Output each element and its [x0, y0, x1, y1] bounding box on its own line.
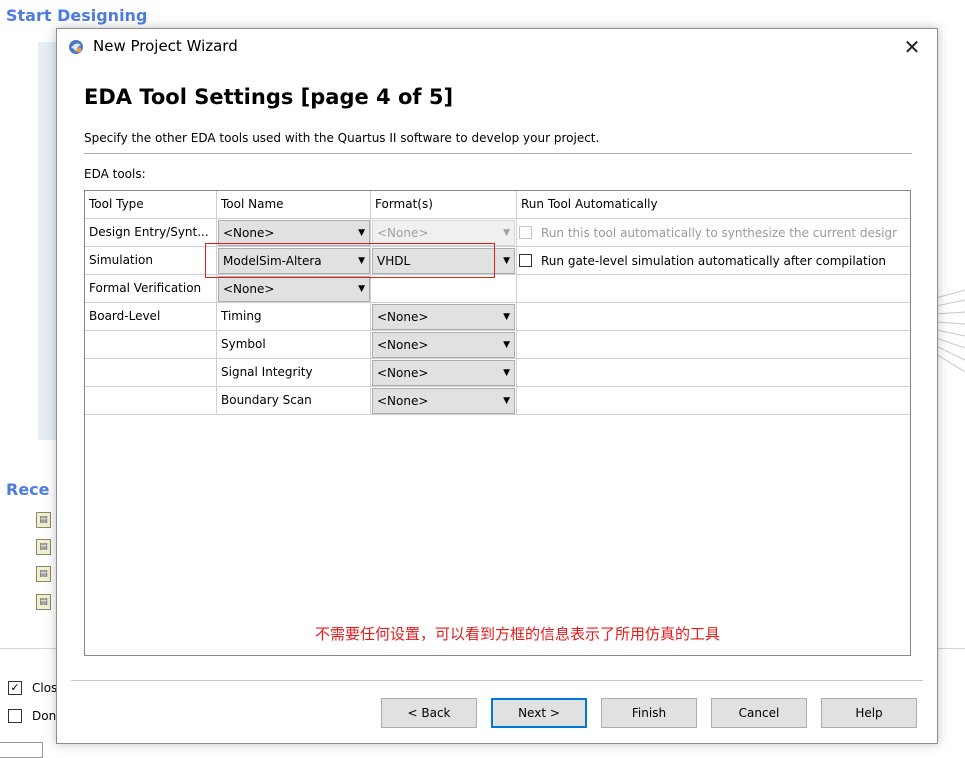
column-header-tool-type: Tool Type: [85, 191, 217, 219]
chevron-down-icon: ▼: [503, 340, 510, 350]
row-tool-type: Board-Level: [85, 303, 217, 331]
run-gate-level-simulation-checkbox[interactable]: [519, 254, 532, 267]
recent-project-icon[interactable]: ▤: [36, 566, 51, 582]
format-dropdown[interactable]: <None> ▼: [372, 332, 515, 358]
dialog-titlebar[interactable]: New Project Wizard ✕: [57, 29, 937, 65]
row-tool-type: [85, 387, 217, 415]
row-tool-type: Formal Verification: [85, 275, 217, 303]
dont-show-label: Don: [32, 709, 57, 723]
run-synthesis-checkbox[interactable]: [519, 226, 532, 239]
page-description: Specify the other EDA tools used with th…: [84, 131, 600, 145]
format-dropdown[interactable]: <None> ▼: [372, 388, 515, 414]
row-tool-name: Timing: [217, 303, 371, 331]
recent-projects-heading: Rece: [6, 480, 50, 499]
next-button[interactable]: Next >: [491, 698, 587, 728]
format-dropdown[interactable]: <None> ▼: [372, 360, 515, 386]
row-run-cell: [517, 275, 910, 303]
page-heading: EDA Tool Settings [page 4 of 5]: [84, 85, 454, 109]
tool-name-dropdown[interactable]: <None> ▼: [218, 276, 370, 302]
row-tool-type: Design Entry/Synt...: [85, 219, 217, 247]
row-run-cell: [517, 387, 910, 415]
row-tool-name: Signal Integrity: [217, 359, 371, 387]
row-format-cell: [371, 275, 517, 303]
row-run-cell: [517, 331, 910, 359]
dropdown-value: <None>: [377, 366, 429, 380]
dropdown-value: <None>: [377, 338, 429, 352]
help-button[interactable]: Help: [821, 698, 917, 728]
dropdown-value: <None>: [223, 282, 275, 296]
eda-tools-label: EDA tools:: [84, 167, 146, 181]
run-gate-level-simulation-label: Run gate-level simulation automatically …: [541, 254, 887, 268]
column-header-formats: Format(s): [371, 191, 517, 219]
close-page-label: Clos: [32, 681, 58, 695]
new-project-wizard-dialog: New Project Wizard ✕ EDA Tool Settings […: [56, 28, 938, 744]
row-run-cell: [517, 303, 910, 331]
row-tool-type: Simulation: [85, 247, 217, 275]
back-button[interactable]: < Back: [381, 698, 477, 728]
cancel-button[interactable]: Cancel: [711, 698, 807, 728]
close-page-checkbox[interactable]: ✓: [8, 681, 22, 695]
row-tool-name: Symbol: [217, 331, 371, 359]
simulation-highlight-box: [205, 243, 495, 278]
row-tool-type: [85, 331, 217, 359]
dropdown-value: <None>: [377, 394, 429, 408]
dropdown-value: <None>: [223, 226, 275, 240]
chevron-down-icon: ▼: [503, 368, 510, 378]
quartus-app-icon: [69, 40, 83, 54]
chevron-down-icon: ▼: [503, 312, 510, 322]
finish-button[interactable]: Finish: [601, 698, 697, 728]
chevron-down-icon: ▼: [358, 284, 365, 294]
chevron-down-icon: ▼: [503, 256, 510, 266]
start-panel: [38, 42, 58, 440]
row-tool-type: [85, 359, 217, 387]
recent-project-icon[interactable]: ▤: [36, 594, 51, 610]
dont-show-checkbox[interactable]: [8, 709, 22, 723]
recent-project-icon[interactable]: ▤: [36, 512, 51, 528]
dialog-title: New Project Wizard: [93, 37, 238, 55]
format-dropdown[interactable]: <None> ▼: [372, 304, 515, 330]
annotation-note: 不需要任何设置，可以看到方框的信息表示了所用仿真的工具: [315, 625, 721, 643]
decorative-lines-graphic: [936, 289, 965, 373]
footer-divider: [71, 680, 923, 681]
header-divider: [84, 153, 912, 154]
dropdown-value: <None>: [377, 226, 429, 240]
column-header-tool-name: Tool Name: [217, 191, 371, 219]
chevron-down-icon: ▼: [358, 228, 365, 238]
chevron-down-icon: ▼: [503, 228, 510, 238]
recent-project-icon[interactable]: ▤: [36, 539, 51, 555]
start-designing-heading: Start Designing: [6, 6, 148, 25]
dropdown-value: <None>: [377, 310, 429, 324]
row-run-cell: [517, 359, 910, 387]
close-icon[interactable]: ✕: [899, 35, 925, 59]
chevron-down-icon: ▼: [503, 396, 510, 406]
run-synthesis-label: Run this tool automatically to synthesiz…: [541, 226, 898, 240]
column-header-run-automatically: Run Tool Automatically: [517, 191, 910, 219]
row-tool-name: Boundary Scan: [217, 387, 371, 415]
